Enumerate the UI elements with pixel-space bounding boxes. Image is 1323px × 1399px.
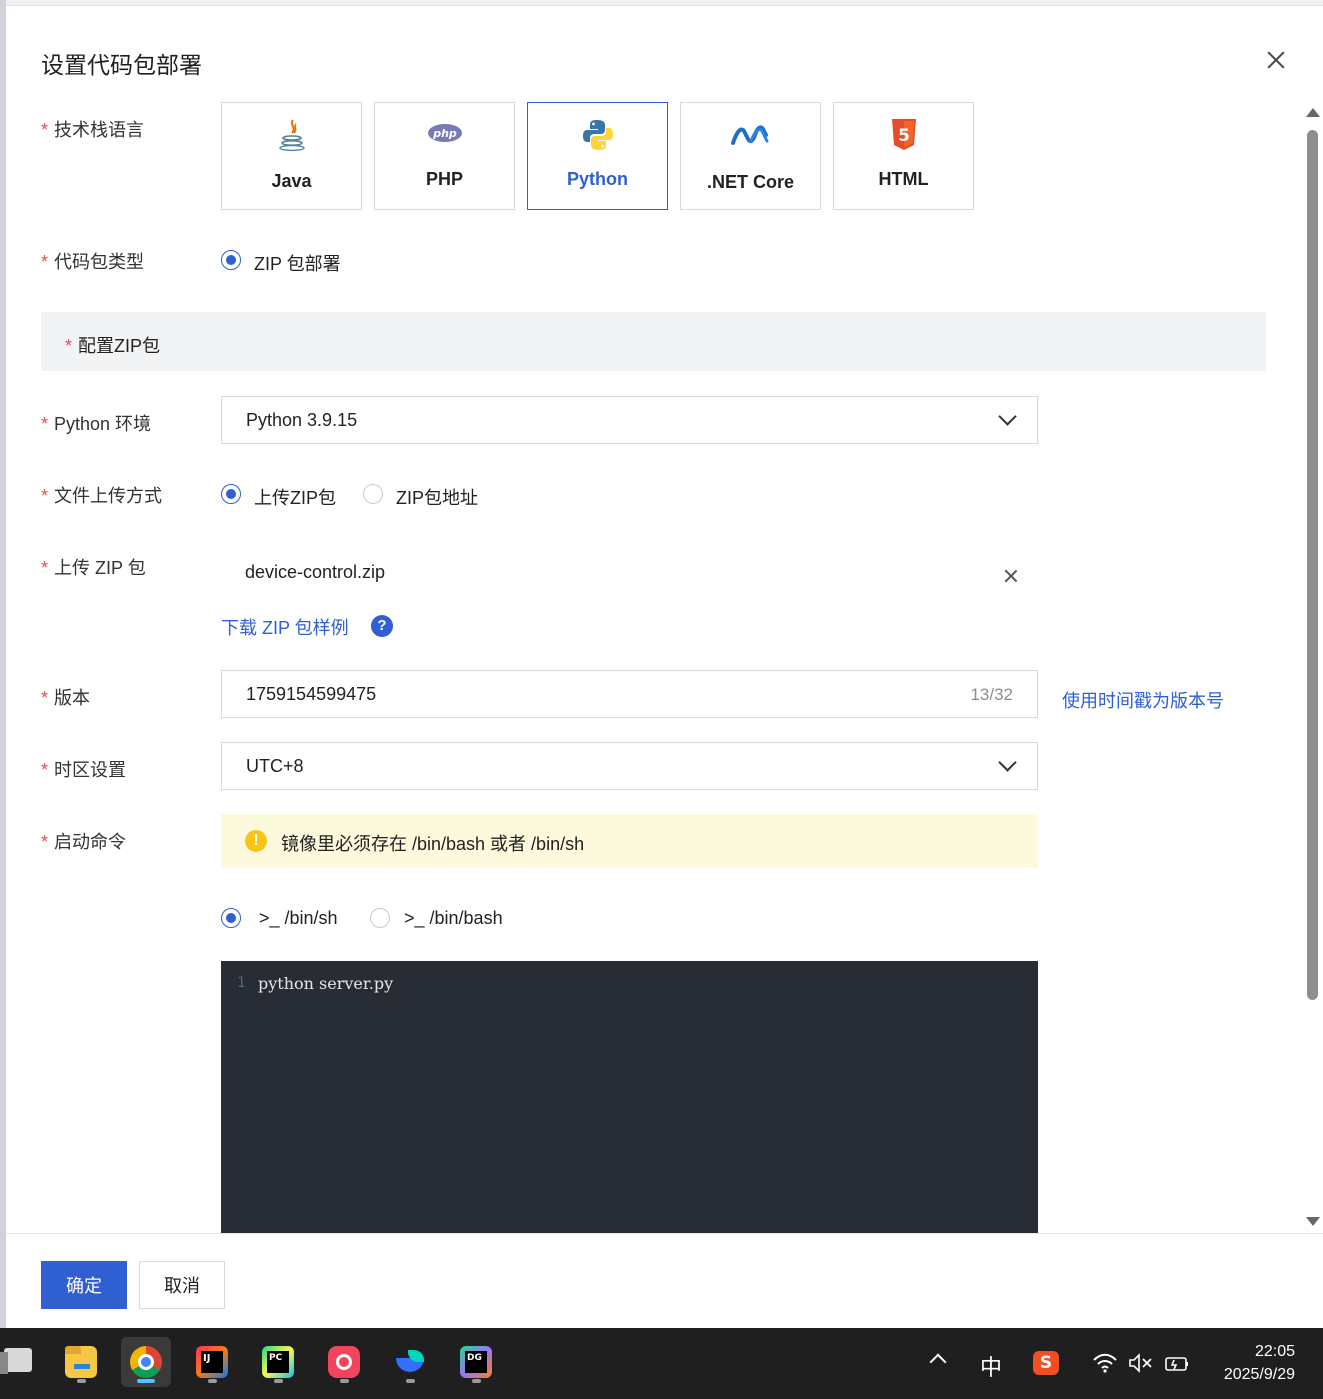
warning-text: 镜像里必须存在 /bin/bash 或者 /bin/sh bbox=[281, 834, 585, 854]
close-icon[interactable] bbox=[1264, 48, 1288, 72]
pycharm-icon[interactable]: PC bbox=[253, 1337, 303, 1387]
download-zip-sample-link[interactable]: 下载 ZIP 包样例 bbox=[221, 614, 349, 640]
system-clock[interactable]: 22:05 2025/9/29 bbox=[1224, 1340, 1295, 1386]
python-env-select[interactable]: Python 3.9.15 bbox=[221, 396, 1038, 444]
zip-deploy-radio[interactable] bbox=[221, 250, 241, 270]
volume-muted-icon[interactable] bbox=[1128, 1352, 1154, 1380]
clock-date: 2025/9/29 bbox=[1223, 1366, 1295, 1383]
version-input[interactable]: 1759154599475 13/32 bbox=[221, 670, 1038, 718]
line-number: 1 bbox=[237, 975, 246, 991]
use-timestamp-link[interactable]: 使用时间戳为版本号 bbox=[1062, 687, 1224, 713]
wifi-icon[interactable] bbox=[1092, 1352, 1118, 1380]
upload-zip-radio[interactable] bbox=[221, 484, 241, 504]
tech-card-java[interactable]: Java bbox=[221, 102, 362, 210]
dotnet-icon bbox=[730, 125, 768, 145]
cancel-button[interactable]: 取消 bbox=[139, 1261, 225, 1309]
deploy-dialog: 设置代码包部署 * 技术栈语言 Java php PHP Python .NET… bbox=[6, 6, 1323, 1328]
upload-zip-radio-label: 上传ZIP包 bbox=[254, 488, 337, 508]
tech-stack-label: * 技术栈语言 bbox=[41, 120, 145, 140]
uploaded-file-name: device-control.zip bbox=[245, 562, 386, 582]
timezone-label: * 时区设置 bbox=[41, 760, 127, 780]
tech-card-html[interactable]: 5 HTML bbox=[833, 102, 974, 210]
feishu-icon[interactable] bbox=[385, 1337, 435, 1387]
battery-icon[interactable] bbox=[1164, 1352, 1190, 1380]
tech-card-label: PHP bbox=[425, 169, 463, 189]
windows-taskbar: IJ PC DG 中 S 22:05 2025/9/29 bbox=[0, 1328, 1323, 1399]
shell-bash-label: >_ /bin/bash bbox=[404, 908, 503, 928]
sogou-input-icon[interactable]: S bbox=[1033, 1351, 1059, 1375]
chrome-icon[interactable] bbox=[121, 1337, 171, 1387]
upload-zip-label: * 上传 ZIP 包 bbox=[41, 558, 146, 578]
page: 设置代码包部署 * 技术栈语言 Java php PHP Python .NET… bbox=[0, 0, 1323, 1399]
show-hidden-icons-chevron-icon[interactable] bbox=[929, 1350, 947, 1371]
ime-indicator[interactable]: 中 bbox=[980, 1350, 1002, 1382]
clock-time: 22:05 bbox=[1254, 1343, 1295, 1360]
shell-sh-label: >_ /bin/sh bbox=[259, 908, 338, 928]
zip-deploy-radio-label: ZIP 包部署 bbox=[254, 254, 341, 274]
tech-card-label: Java bbox=[271, 171, 312, 191]
remove-file-icon[interactable] bbox=[1004, 569, 1018, 583]
shell-warning-alert: ! 镜像里必须存在 /bin/bash 或者 /bin/sh bbox=[221, 814, 1038, 868]
datagrip-icon[interactable]: DG bbox=[451, 1337, 501, 1387]
intellij-icon[interactable]: IJ bbox=[187, 1337, 237, 1387]
python-env-label: * Python 环境 bbox=[41, 414, 152, 434]
zip-url-radio-label: ZIP包地址 bbox=[396, 488, 479, 508]
footer-divider bbox=[6, 1233, 1323, 1234]
scroll-up-arrow-icon[interactable] bbox=[1306, 108, 1320, 117]
scrollbar-thumb[interactable] bbox=[1307, 130, 1318, 1000]
svg-text:php: php bbox=[432, 127, 457, 140]
file-explorer-icon[interactable] bbox=[56, 1337, 106, 1387]
php-icon: php bbox=[427, 124, 462, 142]
zip-config-title: * 配置ZIP包 bbox=[65, 336, 161, 356]
timezone-select[interactable]: UTC+8 bbox=[221, 742, 1038, 790]
help-icon[interactable]: ? bbox=[371, 615, 393, 637]
version-value: 1759154599475 bbox=[246, 684, 377, 704]
warning-icon: ! bbox=[245, 830, 267, 852]
command-editor[interactable]: 1 python server.py bbox=[221, 961, 1038, 1233]
tech-card-label: HTML bbox=[878, 169, 929, 189]
zip-config-section: * 配置ZIP包 bbox=[41, 312, 1266, 371]
tech-card-label: Python bbox=[567, 169, 628, 189]
python-icon bbox=[582, 120, 613, 150]
timezone-value: UTC+8 bbox=[246, 756, 304, 776]
chevron-down-icon bbox=[999, 757, 1015, 773]
upload-method-label: * 文件上传方式 bbox=[41, 486, 163, 506]
python-env-value: Python 3.9.15 bbox=[246, 410, 358, 430]
shell-sh-radio[interactable] bbox=[221, 908, 241, 928]
task-view-icon[interactable] bbox=[0, 1348, 34, 1378]
dialog-title: 设置代码包部署 bbox=[41, 52, 202, 78]
package-type-label: * 代码包类型 bbox=[41, 252, 145, 272]
tech-card-label: .NET Core bbox=[706, 172, 794, 192]
zip-url-radio[interactable] bbox=[363, 484, 383, 504]
scroll-down-arrow-icon[interactable] bbox=[1306, 1217, 1320, 1226]
tech-card-dotnet-core[interactable]: .NET Core bbox=[680, 102, 821, 210]
app-red-icon[interactable] bbox=[319, 1337, 369, 1387]
confirm-button[interactable]: 确定 bbox=[41, 1261, 127, 1309]
tech-card-php[interactable]: php PHP bbox=[374, 102, 515, 210]
java-icon bbox=[278, 119, 305, 152]
shell-bash-radio[interactable] bbox=[370, 908, 390, 928]
html5-icon: 5 bbox=[891, 119, 916, 150]
command-code: python server.py bbox=[258, 974, 394, 993]
version-label: * 版本 bbox=[41, 688, 91, 708]
svg-text:5: 5 bbox=[898, 126, 910, 146]
chevron-down-icon bbox=[999, 411, 1015, 427]
tech-card-python[interactable]: Python bbox=[527, 102, 668, 210]
version-char-counter: 13/32 bbox=[970, 685, 1013, 704]
start-command-label: * 启动命令 bbox=[41, 832, 127, 852]
